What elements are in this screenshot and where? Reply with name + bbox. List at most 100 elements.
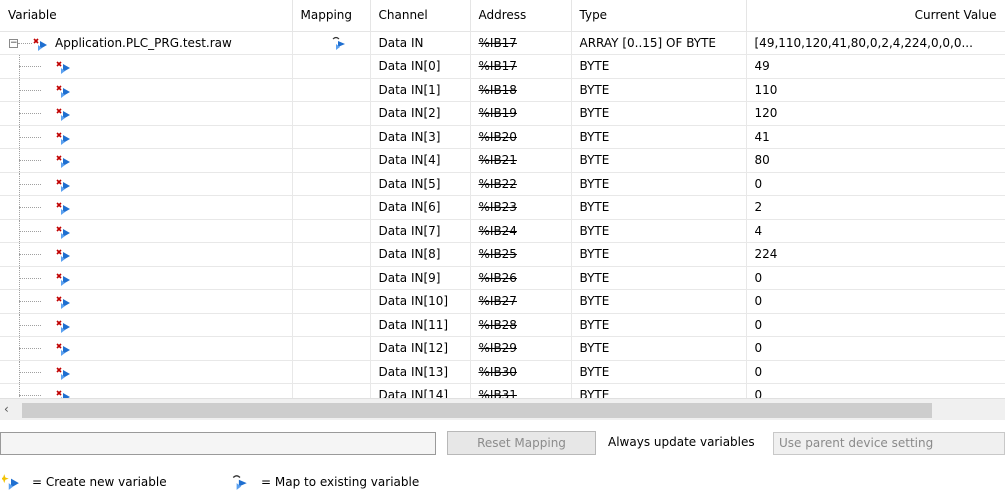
- variable-cell[interactable]: [0, 148, 293, 173]
- table-row[interactable]: Data IN[13] %IB30 BYTE 0: [0, 360, 1005, 384]
- table-row[interactable]: Data IN[6] %IB23 BYTE 2: [0, 195, 1005, 220]
- col-header-variable[interactable]: Variable: [0, 0, 293, 32]
- mapping-cell[interactable]: [292, 54, 371, 79]
- io-mapping-grid: Variable Mapping Channel Address Type Cu…: [0, 0, 1005, 398]
- variable-cell[interactable]: [0, 289, 293, 314]
- mapping-cell[interactable]: [292, 383, 371, 398]
- map-to-existing-icon: [33, 37, 47, 51]
- always-update-label: Always update variables: [608, 435, 755, 449]
- table-row-parent[interactable]: − Application.PLC_PRG.test.raw Data IN %…: [0, 31, 1005, 55]
- channel-cell: Data IN[5]: [370, 172, 471, 196]
- variable-cell[interactable]: [0, 195, 293, 220]
- table-row[interactable]: Data IN[0] %IB17 BYTE 49: [0, 54, 1005, 79]
- filter-input[interactable]: [0, 432, 436, 455]
- tree-connector: [19, 89, 41, 91]
- tree-connector: [19, 395, 41, 396]
- variable-cell[interactable]: [0, 360, 293, 384]
- variable-cell[interactable]: [0, 101, 293, 126]
- mapping-cell[interactable]: [292, 78, 371, 102]
- current-value-cell: 120: [746, 101, 1005, 126]
- type-cell: BYTE: [571, 195, 747, 220]
- map-to-existing-icon: [56, 319, 70, 333]
- variable-cell[interactable]: [0, 383, 293, 398]
- address-cell: %IB18: [470, 78, 572, 102]
- variable-cell[interactable]: [0, 78, 293, 102]
- channel-cell: Data IN[1]: [370, 78, 471, 102]
- current-value-cell: 0: [746, 360, 1005, 384]
- variable-cell[interactable]: [0, 266, 293, 290]
- mapping-cell[interactable]: [292, 31, 371, 55]
- mapping-cell[interactable]: [292, 313, 371, 337]
- map-to-existing-icon: [56, 296, 70, 309]
- tree-connector: [19, 183, 41, 185]
- tree-connector: [19, 348, 41, 349]
- type-cell: ARRAY [0..15] OF BYTE: [571, 31, 747, 55]
- col-header-mapping[interactable]: Mapping: [292, 0, 371, 32]
- table-row[interactable]: Data IN[7] %IB24 BYTE 4: [0, 219, 1005, 243]
- current-value-cell: 224: [746, 242, 1005, 267]
- mapping-cell[interactable]: [292, 360, 371, 384]
- type-cell: BYTE: [571, 125, 747, 149]
- map-to-existing-icon: [56, 366, 70, 380]
- variable-cell[interactable]: [0, 125, 293, 149]
- table-row[interactable]: Data IN[8] %IB25 BYTE 224: [0, 242, 1005, 267]
- table-row[interactable]: Data IN[12] %IB29 BYTE 0: [0, 336, 1005, 361]
- table-row[interactable]: Data IN[9] %IB26 BYTE 0: [0, 266, 1005, 290]
- table-row[interactable]: Data IN[3] %IB20 BYTE 41: [0, 125, 1005, 149]
- map-to-existing-icon: [56, 272, 70, 286]
- tree-connector: [19, 136, 41, 138]
- variable-cell[interactable]: [0, 172, 293, 196]
- channel-cell: Data IN[6]: [370, 195, 471, 220]
- current-value-cell: 0: [746, 289, 1005, 314]
- current-value-cell: 0: [746, 266, 1005, 290]
- table-row[interactable]: Data IN[5] %IB22 BYTE 0: [0, 172, 1005, 196]
- channel-cell: Data IN[14]: [370, 383, 471, 398]
- mapping-cell[interactable]: [292, 172, 371, 196]
- collapse-icon[interactable]: −: [9, 38, 18, 48]
- horizontal-scrollbar[interactable]: ‹: [0, 398, 1005, 420]
- variable-cell[interactable]: − Application.PLC_PRG.test.raw: [0, 31, 293, 55]
- reset-mapping-button[interactable]: Reset Mapping: [447, 431, 596, 455]
- mapping-cell[interactable]: [292, 266, 371, 290]
- tree-connector: [19, 230, 41, 232]
- table-row[interactable]: Data IN[4] %IB21 BYTE 80: [0, 148, 1005, 173]
- mapping-cell[interactable]: [292, 195, 371, 220]
- mapping-cell[interactable]: [292, 101, 371, 126]
- tree-connector: [19, 371, 41, 373]
- address-cell: %IB17: [470, 31, 572, 55]
- table-row[interactable]: Data IN[11] %IB28 BYTE 0: [0, 313, 1005, 337]
- variable-cell[interactable]: [0, 242, 293, 267]
- variable-cell[interactable]: [0, 219, 293, 243]
- tree-connector: [18, 42, 32, 44]
- always-update-select[interactable]: Use parent device setting: [773, 432, 1005, 455]
- tree-connector: [19, 301, 41, 302]
- col-header-address[interactable]: Address: [470, 0, 572, 32]
- table-row[interactable]: Data IN[2] %IB19 BYTE 120: [0, 101, 1005, 126]
- table-row[interactable]: Data IN[1] %IB18 BYTE 110: [0, 78, 1005, 102]
- map-to-existing-icon: [56, 155, 70, 168]
- channel-cell: Data IN[3]: [370, 125, 471, 149]
- mapping-cell[interactable]: [292, 289, 371, 314]
- channel-cell: Data IN: [370, 31, 471, 55]
- scrollbar-thumb[interactable]: [22, 403, 932, 418]
- col-header-channel[interactable]: Channel: [370, 0, 471, 32]
- mapping-cell[interactable]: [292, 336, 371, 361]
- scroll-left-icon[interactable]: ‹: [4, 402, 9, 416]
- table-row[interactable]: Data IN[10] %IB27 BYTE 0: [0, 289, 1005, 314]
- address-cell: %IB27: [470, 289, 572, 314]
- tree-connector: [19, 207, 41, 208]
- mapping-cell[interactable]: [292, 242, 371, 267]
- variable-cell[interactable]: [0, 336, 293, 361]
- mapping-cell[interactable]: [292, 219, 371, 243]
- type-cell: BYTE: [571, 313, 747, 337]
- table-row[interactable]: Data IN[14] %IB31 BYTE 0: [0, 383, 1005, 398]
- map-to-existing-icon: [56, 202, 70, 215]
- mapping-cell[interactable]: [292, 125, 371, 149]
- mapping-cell[interactable]: [292, 148, 371, 173]
- variable-cell[interactable]: [0, 54, 293, 79]
- type-cell: BYTE: [571, 383, 747, 398]
- col-header-current-value[interactable]: Current Value: [746, 0, 1005, 32]
- current-value-cell: 41: [746, 125, 1005, 149]
- variable-cell[interactable]: [0, 313, 293, 337]
- col-header-type[interactable]: Type: [571, 0, 747, 32]
